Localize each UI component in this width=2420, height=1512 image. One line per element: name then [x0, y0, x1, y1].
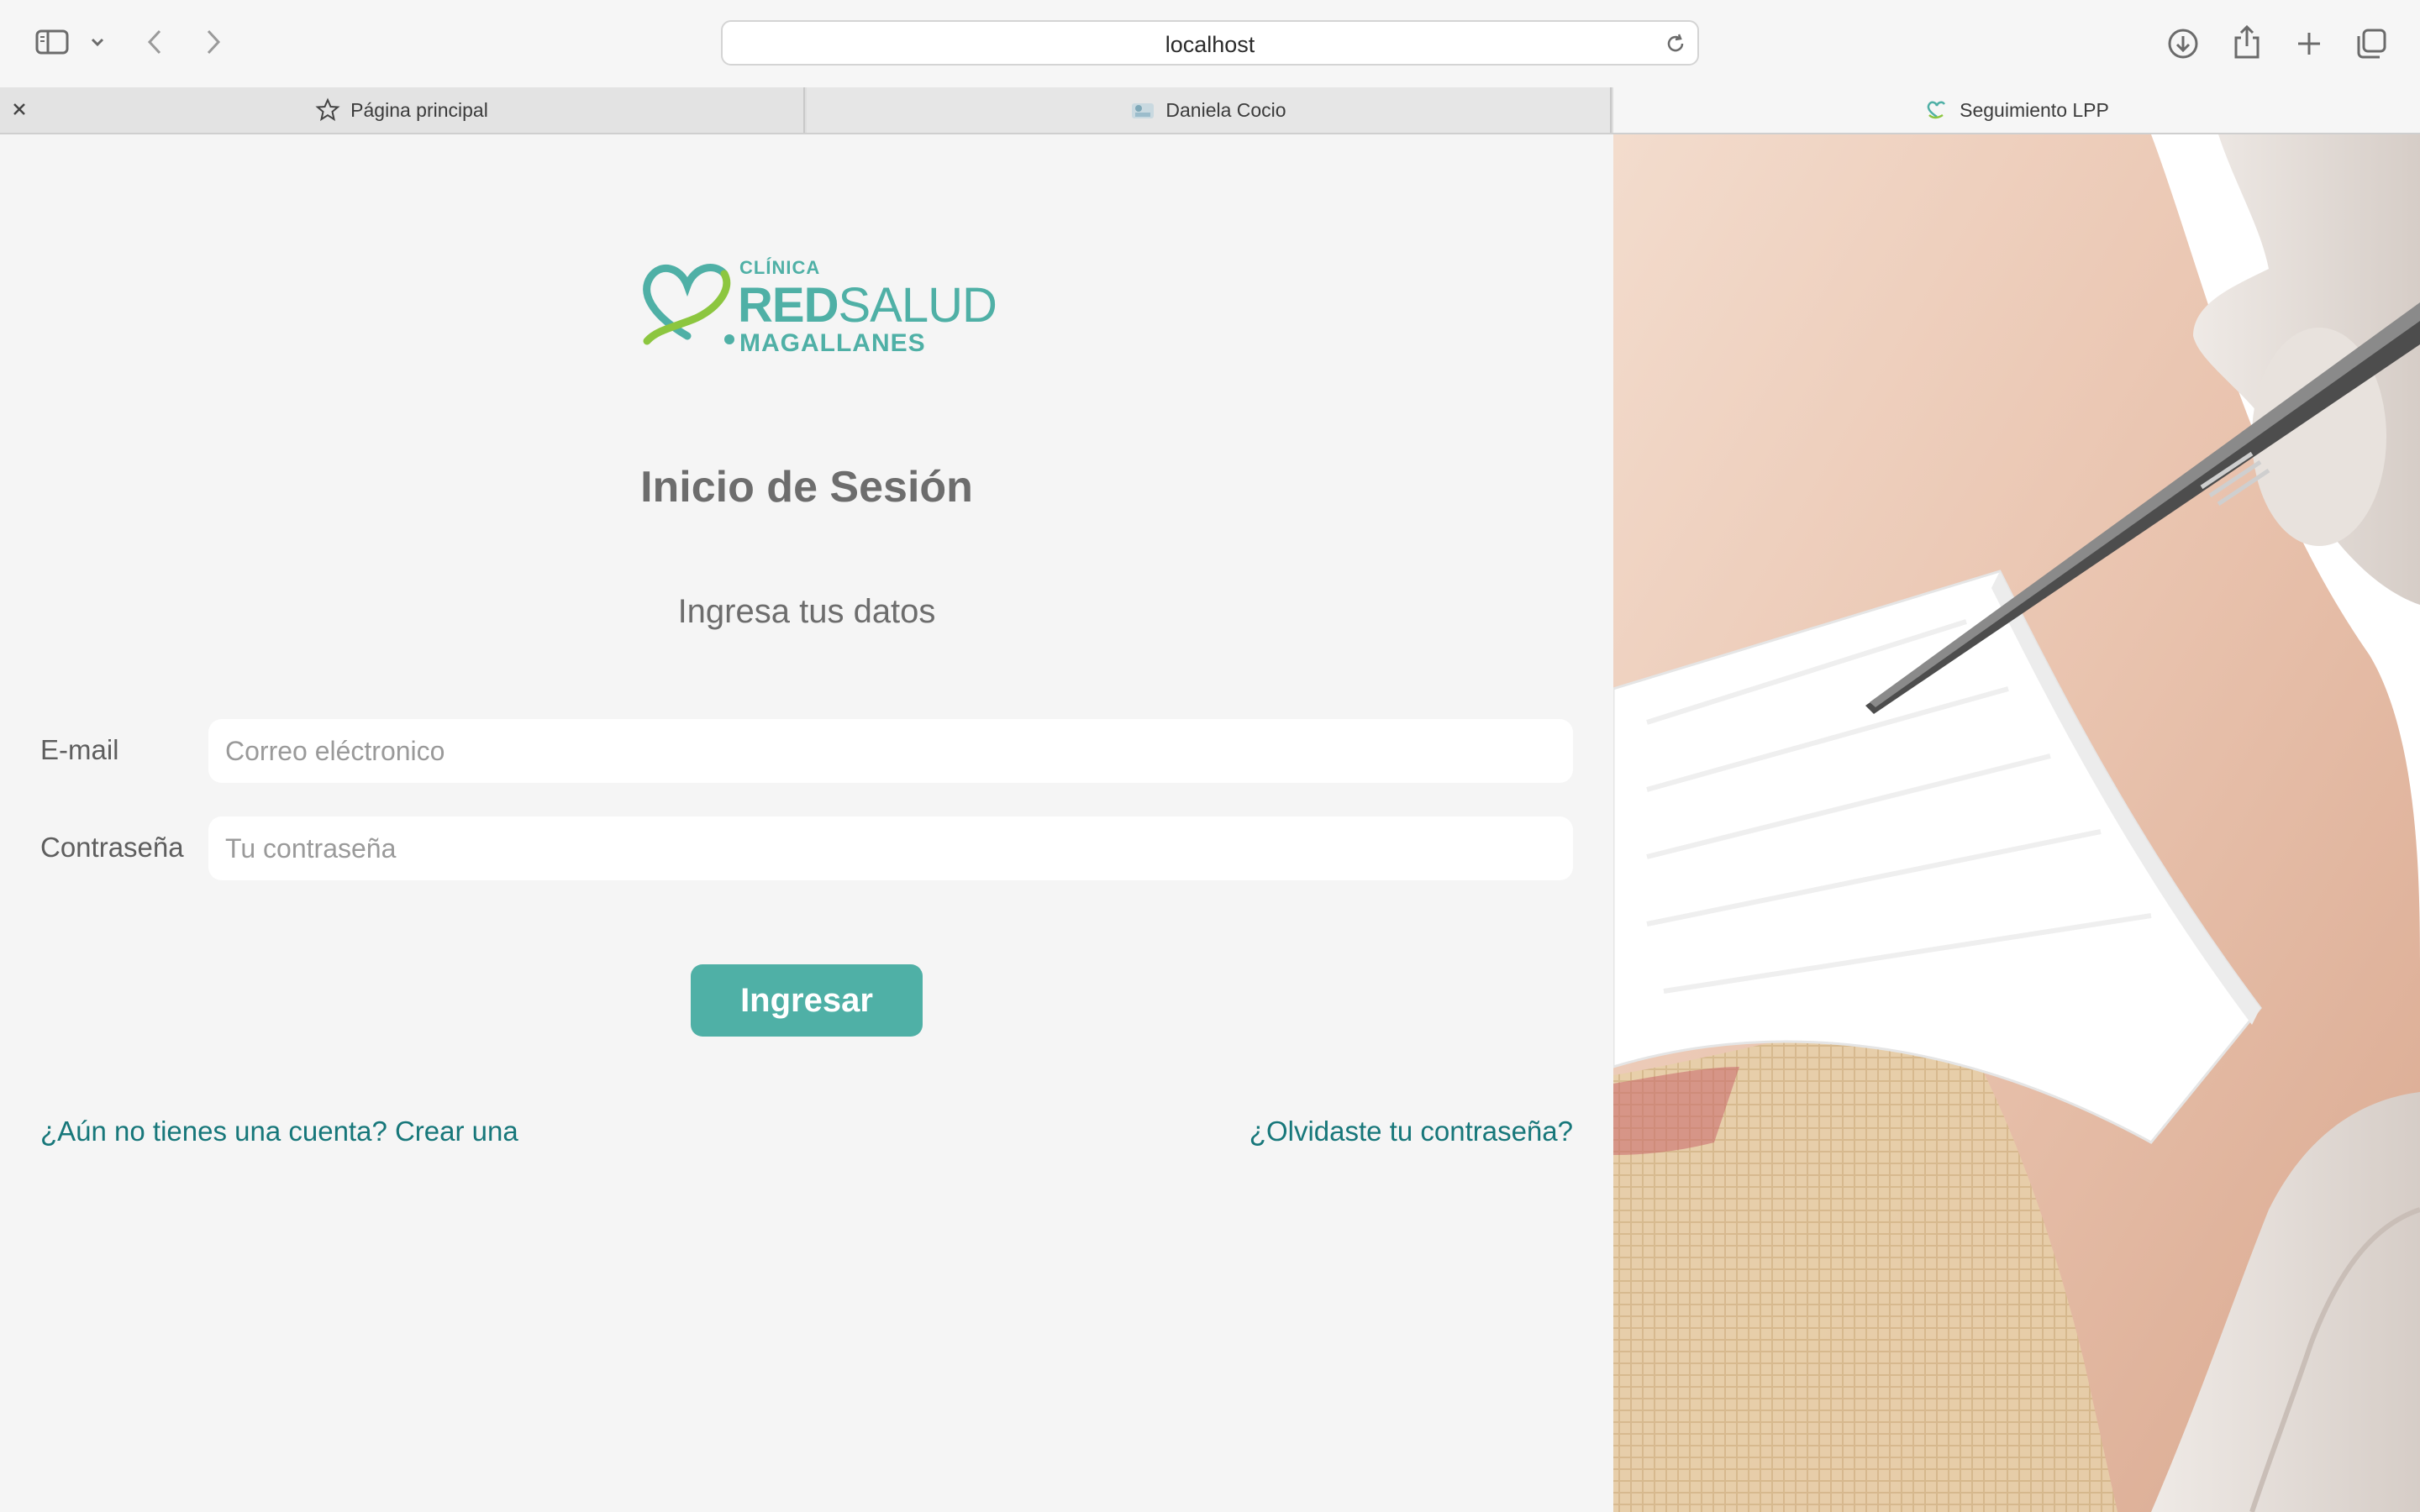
- site-favicon-icon: [1130, 98, 1155, 122]
- logo-text-clinica: CLÍNICA: [739, 257, 821, 278]
- email-field[interactable]: [208, 719, 1573, 783]
- logo-text-redsalud: REDSALUD: [738, 277, 997, 333]
- forward-arrow-icon[interactable]: [198, 25, 229, 59]
- password-label: Contraseña: [40, 832, 184, 863]
- download-icon[interactable]: [2165, 25, 2202, 62]
- heart-logo-icon: [643, 264, 734, 345]
- share-icon[interactable]: [2228, 24, 2265, 60]
- tab-label: Seguimiento LPP: [1960, 98, 2109, 121]
- tab-bar: Página principal Daniela Cocio Seguimien…: [0, 87, 2420, 134]
- sidebar-toggle-icon[interactable]: [32, 25, 72, 59]
- logo-text-salud: SALUD: [838, 278, 997, 333]
- star-icon: [315, 97, 340, 123]
- page-subtitle: Ingresa tus datos: [677, 593, 936, 630]
- wound-care-photo: [1613, 134, 2420, 1512]
- tab-pagina-principal[interactable]: Página principal: [0, 87, 805, 133]
- tab-label: Daniela Cocio: [1165, 98, 1286, 121]
- password-field[interactable]: [208, 816, 1573, 880]
- chevron-down-icon[interactable]: [87, 32, 108, 52]
- new-tab-icon[interactable]: [2291, 25, 2328, 62]
- close-tab-icon[interactable]: [10, 100, 30, 120]
- browser-toolbar: localhost: [0, 0, 2420, 89]
- address-url[interactable]: localhost: [723, 32, 1697, 58]
- create-account-link[interactable]: ¿Aún no tienes una cuenta? Crear una: [40, 1116, 518, 1147]
- logo-text-red: RED: [738, 278, 839, 333]
- login-button[interactable]: Ingresar: [691, 964, 923, 1037]
- tab-seguimiento-lpp[interactable]: Seguimiento LPP: [1613, 87, 2420, 133]
- tab-daniela-cocio[interactable]: Daniela Cocio: [807, 87, 1612, 133]
- login-panel: CLÍNICA REDSALUD MAGALLANES Inicio de Se…: [0, 134, 1613, 1512]
- forgot-password-link[interactable]: ¿Olvidaste tu contraseña?: [1249, 1116, 1573, 1147]
- tab-overview-icon[interactable]: [2353, 25, 2390, 62]
- reload-icon[interactable]: [1662, 30, 1689, 57]
- page-title: Inicio de Sesión: [640, 463, 973, 512]
- logo-text-magallanes: MAGALLANES: [739, 329, 926, 357]
- tab-label: Página principal: [350, 98, 488, 121]
- back-arrow-icon[interactable]: [139, 25, 170, 59]
- heart-favicon-icon: [1924, 98, 1949, 122]
- clinic-logo: CLÍNICA REDSALUD MAGALLANES: [635, 249, 997, 361]
- email-label: E-mail: [40, 734, 119, 765]
- address-bar[interactable]: localhost: [721, 20, 1699, 66]
